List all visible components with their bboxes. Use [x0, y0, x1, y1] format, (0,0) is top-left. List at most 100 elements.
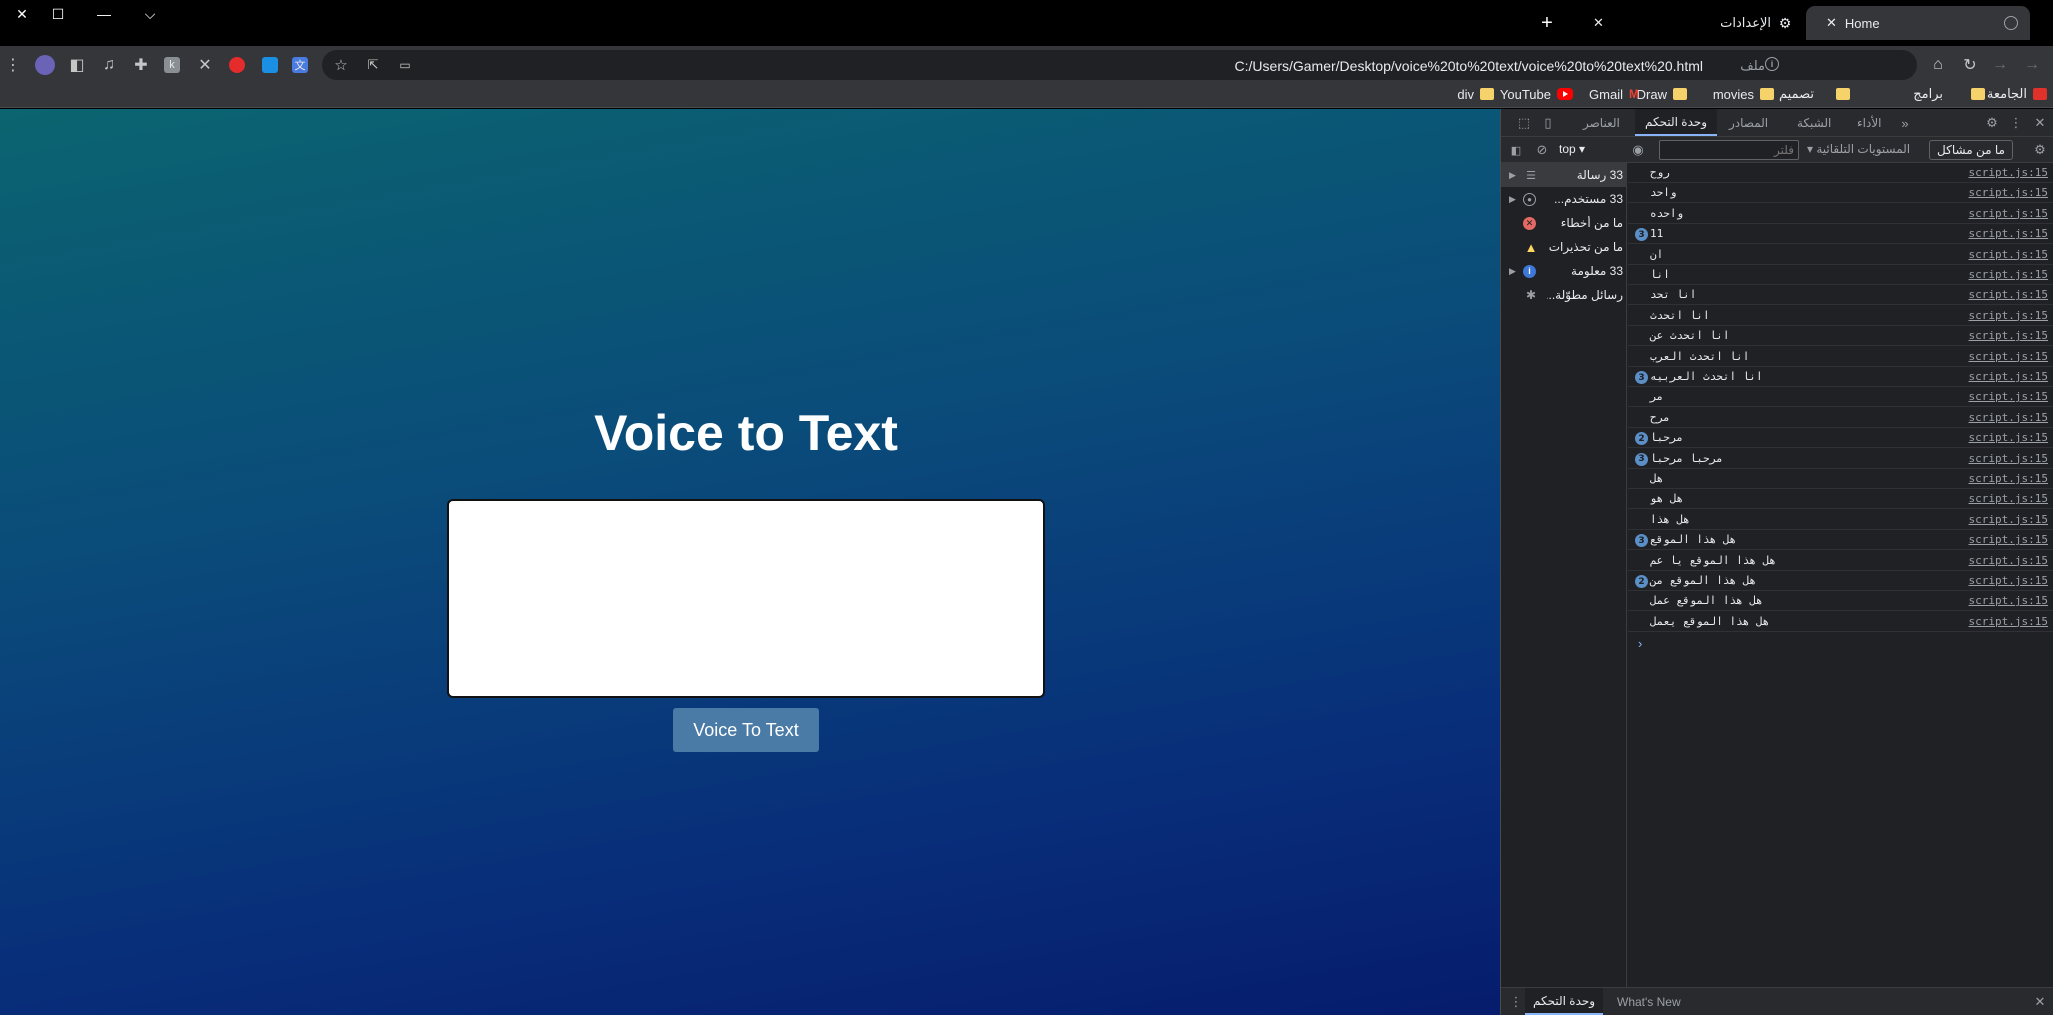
console-message-row: واحد script.js:15	[1628, 183, 2053, 204]
drawer-tab-console[interactable]: وحدة التحكم	[1525, 988, 1604, 1015]
url-text[interactable]: C:/Users/Gamer/Desktop/voice%20to%20text…	[1235, 58, 1703, 74]
bookmark-star-icon[interactable]: ☆	[328, 52, 354, 78]
source-link[interactable]: script.js:15	[1969, 431, 2048, 444]
voice-to-text-button[interactable]: Voice To Text	[673, 708, 819, 752]
close-icon[interactable]: ✕	[1593, 15, 1604, 31]
source-link[interactable]: script.js:15	[1969, 513, 2048, 526]
window-minimize-button[interactable]: —	[82, 0, 126, 28]
inspect-element-icon[interactable]: ⬚	[1515, 114, 1533, 132]
source-link[interactable]: script.js:15	[1969, 350, 2048, 363]
share-icon[interactable]: ⇱	[360, 52, 386, 78]
translate-icon[interactable]: 文	[292, 57, 308, 73]
info-icon[interactable]: i	[1765, 57, 1779, 71]
back-icon[interactable]: →	[2019, 52, 2045, 78]
source-link[interactable]: script.js:15	[1969, 227, 2048, 240]
folder-icon	[1836, 88, 1850, 100]
transcript-textarea[interactable]	[447, 499, 1045, 698]
address-bar[interactable]: ☆ ⇱ ▭ C:/Users/Gamer/Desktop/voice%20to%…	[322, 50, 1917, 80]
sidebar-item-messages[interactable]: ▶ ☰ 33 رسالة	[1501, 163, 1627, 187]
forward-icon[interactable]: →	[1987, 52, 2013, 78]
console-message-row: انا script.js:15	[1628, 265, 2053, 285]
bookmark-university[interactable]: الجامعة	[1987, 84, 2047, 104]
close-devtools-icon[interactable]: ✕	[2031, 114, 2049, 132]
tab-strip: ✕ ☐ — ⌵ + ✕ الإعدادات ⚙ ✕ Home	[0, 0, 2053, 46]
mute-icon[interactable]: ✕	[192, 52, 218, 78]
source-link[interactable]: script.js:15	[1969, 472, 2048, 485]
menu-icon[interactable]: ⋮	[0, 52, 26, 78]
tab-settings[interactable]: ✕ الإعدادات ⚙	[1573, 6, 1805, 40]
devtools-tab-performance[interactable]: الأداء	[1847, 109, 1892, 136]
drawer-tab-whats-new[interactable]: What's New	[1609, 988, 1689, 1015]
media-queue-icon[interactable]: ♫	[96, 52, 122, 78]
sidebar-item-warnings[interactable]: ▲ ما من تحذيرات	[1501, 235, 1627, 259]
live-expression-eye-icon[interactable]: ◉	[1629, 141, 1647, 159]
close-icon[interactable]: ✕	[1826, 15, 1837, 31]
source-link[interactable]: script.js:15	[1969, 594, 2048, 607]
devtools-tab-sources[interactable]: المصادر	[1719, 109, 1778, 136]
drawer-menu-icon[interactable]: ⋮	[1507, 993, 1525, 1011]
source-link[interactable]: script.js:15	[1969, 492, 2048, 505]
source-link[interactable]: script.js:15	[1969, 574, 2048, 587]
sidebar-toggle-icon[interactable]: ◧	[1507, 141, 1525, 159]
sidebar-item-user-messages[interactable]: ▶ ● 33 مستخدم...	[1501, 187, 1627, 211]
issues-button[interactable]: ما من مشاكل	[1929, 140, 2013, 160]
console-filter-input[interactable]	[1659, 140, 1799, 160]
side-panel-icon[interactable]: ◧	[64, 52, 90, 78]
context-selector[interactable]: top ▾	[1559, 142, 1585, 156]
source-link[interactable]: script.js:15	[1969, 186, 2048, 199]
console-message-row: هل هذا script.js:15	[1628, 510, 2053, 530]
tab-home[interactable]: ✕ Home	[1806, 6, 2030, 40]
extension-record-icon[interactable]	[229, 57, 245, 73]
home-icon[interactable]: ⌂	[1925, 52, 1951, 78]
source-link[interactable]: script.js:15	[1969, 207, 2048, 220]
devtools-tab-console[interactable]: وحدة التحكم	[1635, 109, 1718, 136]
window-maximize-button[interactable]: ☐	[36, 0, 80, 28]
source-link[interactable]: script.js:15	[1969, 615, 2048, 628]
bookmark-draw[interactable]: Draw	[1637, 84, 1687, 104]
profile-avatar[interactable]	[35, 55, 55, 75]
console-message-row: هل script.js:15	[1628, 469, 2053, 489]
source-link[interactable]: script.js:15	[1969, 309, 2048, 322]
extension-blue-icon[interactable]	[262, 57, 278, 73]
log-levels-dropdown[interactable]: ▾ المستويات التلقائية	[1807, 142, 1910, 156]
more-tabs-icon[interactable]: »	[1896, 114, 1914, 132]
source-link[interactable]: script.js:15	[1969, 411, 2048, 424]
reload-icon[interactable]: ↻	[1957, 52, 1983, 78]
clear-console-icon[interactable]: ⊘	[1533, 141, 1551, 159]
bookmark-div[interactable]: div	[1457, 84, 1494, 104]
extension-k-icon[interactable]: k	[164, 57, 180, 73]
sidebar-item-errors[interactable]: ✕ ما من أخطاء	[1501, 211, 1627, 235]
device-toggle-icon[interactable]: ▯	[1539, 114, 1557, 132]
bookmark-youtube[interactable]: YouTube	[1500, 84, 1573, 104]
sidebar-item-verbose[interactable]: ✱ رسائل مطوّلة...	[1501, 283, 1627, 307]
cast-icon[interactable]: ▭	[392, 52, 418, 78]
devtools-tab-elements[interactable]: العناصر	[1573, 109, 1630, 136]
source-link[interactable]: script.js:15	[1969, 268, 2048, 281]
source-link[interactable]: script.js:15	[1969, 329, 2048, 342]
new-tab-button[interactable]: +	[1525, 9, 1569, 37]
source-link[interactable]: script.js:15	[1969, 452, 2048, 465]
bookmark-programs[interactable]: برامج	[1913, 84, 1985, 104]
kebab-menu-icon[interactable]: ⋮	[2007, 114, 2025, 132]
console-settings-gear-icon[interactable]: ⚙	[2031, 141, 2049, 159]
bookmark-movies[interactable]: movies	[1713, 84, 1774, 104]
source-link[interactable]: script.js:15	[1969, 166, 2048, 179]
close-drawer-icon[interactable]: ✕	[2031, 993, 2049, 1011]
console-message-text: هل	[1650, 472, 1664, 485]
settings-gear-icon[interactable]: ⚙	[1983, 114, 2001, 132]
console-message-text: انا اتحدث العرب	[1650, 349, 1750, 363]
console-prompt[interactable]: ›	[1638, 636, 1642, 651]
source-link[interactable]: script.js:15	[1969, 248, 2048, 261]
source-link[interactable]: script.js:15	[1969, 390, 2048, 403]
source-link[interactable]: script.js:15	[1969, 554, 2048, 567]
extensions-icon[interactable]: ✚	[128, 52, 154, 78]
source-link[interactable]: script.js:15	[1969, 533, 2048, 546]
bookmark-design[interactable]: تصميم	[1779, 84, 1850, 104]
source-link[interactable]: script.js:15	[1969, 370, 2048, 383]
source-link[interactable]: script.js:15	[1969, 288, 2048, 301]
devtools-tab-network[interactable]: الشبكة	[1787, 109, 1841, 136]
tab-search-button[interactable]: ⌵	[128, 0, 172, 28]
page-title: Voice to Text	[594, 405, 898, 461]
sidebar-item-info[interactable]: ▶ i 33 معلومة	[1501, 259, 1627, 283]
bookmark-gmail[interactable]: Gmail M	[1589, 84, 1639, 104]
